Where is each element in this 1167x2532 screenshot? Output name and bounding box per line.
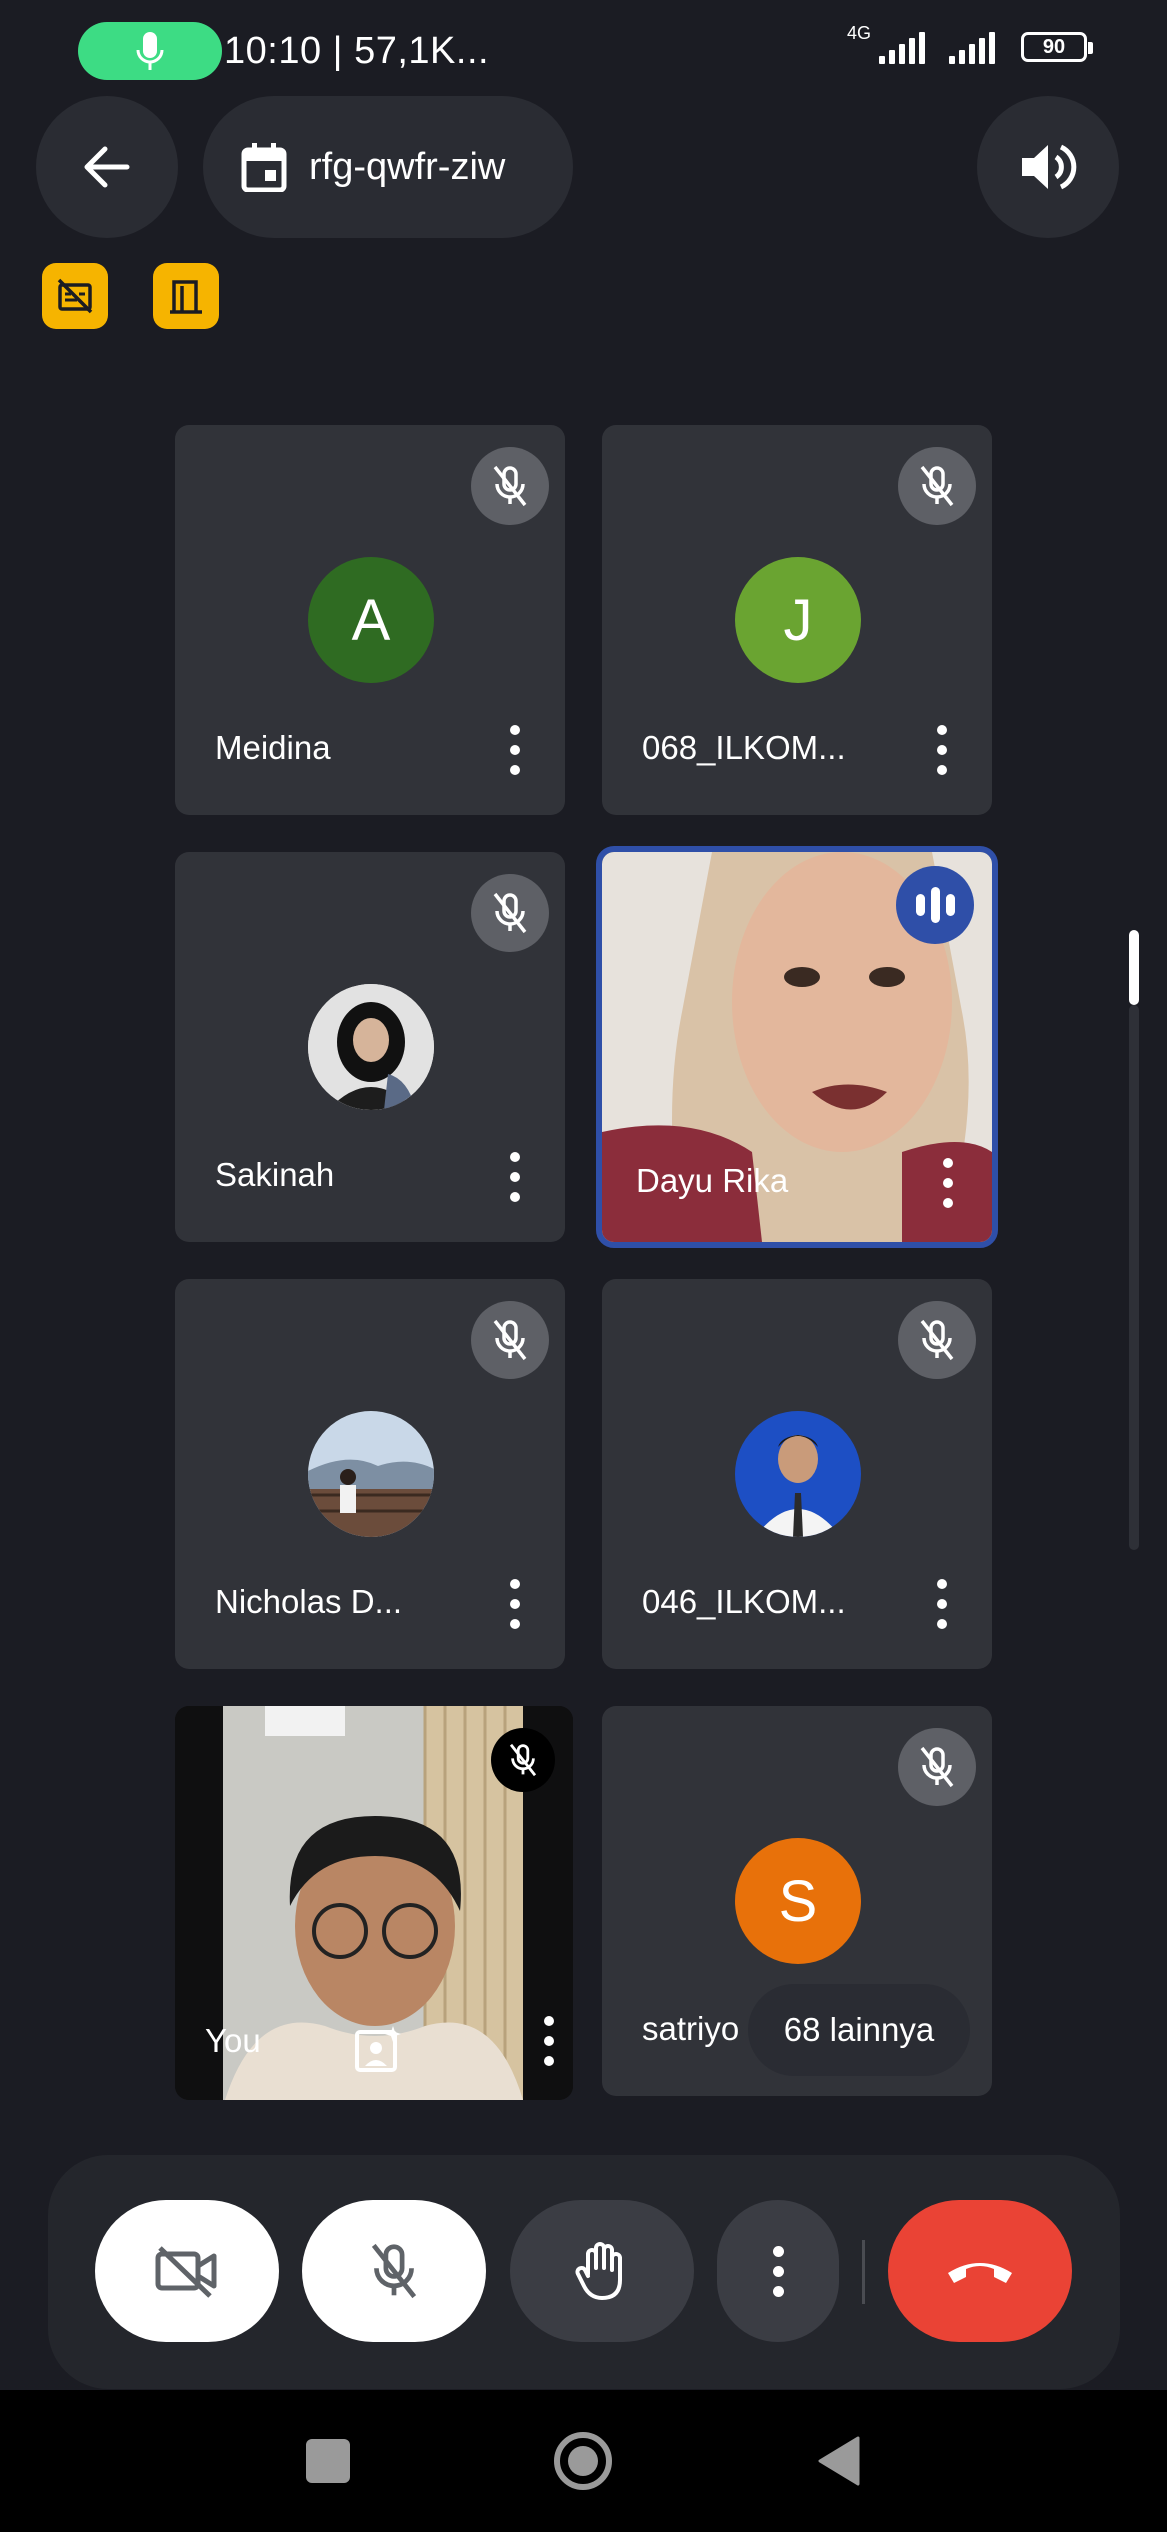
participant-name: 046_ILKOM... [642,1583,846,1620]
network-type: 4G [846,22,871,43]
mic-active-indicator [78,22,222,80]
mic-off-icon [371,2243,417,2299]
profile-photo [735,1411,861,1537]
status-time: 10:10 | 57,1K... [224,30,490,72]
avatar: S [735,1838,861,1964]
profile-photo [308,1411,434,1537]
battery-level: 90 [1042,35,1066,58]
more-options-icon[interactable] [505,1579,525,1629]
calendar-icon [241,143,287,192]
recents-button[interactable] [306,2439,350,2483]
speaker-icon [1022,144,1077,190]
participant-tile-sakinah[interactable]: Sakinah [175,852,565,1242]
mic-off-button[interactable] [302,2200,486,2342]
battery-icon: 90 [1021,32,1093,62]
speaker-button[interactable] [977,96,1119,238]
more-options-icon[interactable] [932,725,952,775]
home-icon [568,2446,598,2476]
mic-indicator-icon [136,32,164,70]
participant-name: Meidina [215,729,331,766]
more-participants-chip[interactable]: 68 lainnya [748,1984,970,2076]
signal-icon [879,30,925,64]
speaking-indicator-icon [896,866,974,944]
host-controls-badge[interactable] [153,263,219,329]
mic-muted-icon [898,1301,976,1379]
participant-name: You [205,2022,261,2059]
mic-muted-icon [898,1728,976,1806]
meeting-code: rfg-qwfr-ziw [309,145,506,188]
more-options-icon[interactable] [505,725,525,775]
end-call-button[interactable] [888,2200,1072,2342]
participant-tile-satriyo[interactable]: S satriyo 68 lainnya [602,1706,992,2096]
meeting-info-button[interactable]: rfg-qwfr-ziw [203,96,573,238]
back-arrow-icon [84,146,130,188]
back-button[interactable] [36,96,178,238]
hand-icon [575,2242,622,2300]
avatar: J [735,557,861,683]
scrollbar-track[interactable] [1129,1005,1139,1550]
participant-tile-046[interactable]: 046_ILKOM... [602,1279,992,1669]
mic-muted-icon [471,1301,549,1379]
mic-muted-icon [491,1728,555,1792]
camera-off-button[interactable] [95,2200,279,2342]
effects-icon [355,2026,401,2072]
door-icon [170,280,202,314]
recording-off-badge[interactable] [42,263,108,329]
back-nav-button[interactable] [816,2436,860,2491]
mic-muted-icon [898,447,976,525]
avatar: A [308,557,434,683]
participant-name: Sakinah [215,1156,335,1193]
controls-divider [862,2240,865,2304]
home-button[interactable] [554,2432,612,2490]
visual-effects-button[interactable] [353,2024,403,2074]
self-view-tile[interactable]: You [175,1706,573,2100]
no-recording-icon [57,278,93,314]
participant-name: Nicholas D... [215,1583,403,1620]
mic-muted-icon [471,874,549,952]
participant-tile-meidina[interactable]: A Meidina [175,425,565,815]
participant-tile-nicholas[interactable]: Nicholas D... [175,1279,565,1669]
participant-name: Dayu Rika [636,1162,789,1199]
status-icons: 4G 90 [847,23,1093,64]
phone-hangup-icon [948,2263,1012,2283]
participant-tile-068[interactable]: J 068_ILKOM... [602,425,992,815]
scrollbar-thumb[interactable] [1129,930,1139,1005]
raise-hand-button[interactable] [510,2200,694,2342]
mic-muted-icon [471,447,549,525]
more-options-icon[interactable] [505,1152,525,1202]
more-options-button[interactable] [717,2200,839,2342]
signal-icon-2 [949,30,995,64]
more-vert-icon [772,2245,784,2297]
participant-tile-dayu-rika[interactable]: Dayu Rika [596,846,998,1248]
profile-photo [308,984,434,1110]
participant-name: 068_ILKOM... [642,729,846,766]
more-options-icon[interactable] [932,1579,952,1629]
more-options-icon[interactable] [539,2016,559,2066]
participant-name: satriyo [642,2010,740,2047]
back-triangle-icon [818,2436,860,2486]
more-options-icon[interactable] [938,1158,958,1208]
video-off-icon [155,2246,217,2298]
